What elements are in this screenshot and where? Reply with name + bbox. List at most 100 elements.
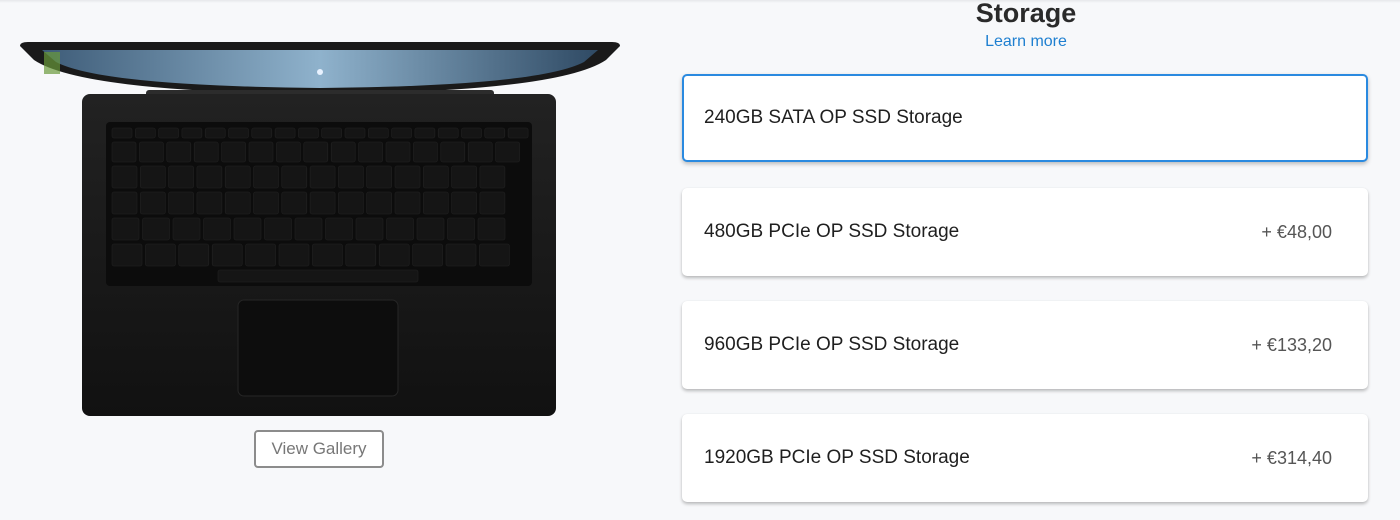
keyboard-key xyxy=(294,217,323,241)
keyboard-key xyxy=(233,217,262,241)
storage-section: Storage Learn more 240GB SATA OP SSD Sto… xyxy=(682,0,1370,520)
keyboard-key xyxy=(447,217,475,241)
storage-option-1920gb[interactable]: 1920GB PCIe OP SSD Storage + €314,40 xyxy=(682,414,1368,502)
spacebar-key xyxy=(217,269,419,283)
learn-more-link[interactable]: Learn more xyxy=(682,33,1370,51)
keyboard-key xyxy=(181,127,203,139)
option-label: 1920GB PCIe OP SSD Storage xyxy=(704,447,970,468)
keyboard-key xyxy=(355,217,384,241)
option-label: 240GB SATA OP SSD Storage xyxy=(704,107,963,128)
keyboard-key xyxy=(168,165,194,189)
keyboard-key xyxy=(344,127,366,139)
keyboard-key xyxy=(203,217,231,241)
keyboard-key xyxy=(281,165,308,189)
keyboard-key xyxy=(211,243,243,267)
keyboard-key xyxy=(281,191,308,215)
keyboard-key xyxy=(178,243,210,267)
keyboard-key xyxy=(325,217,353,241)
keyboard-key xyxy=(139,141,164,163)
option-label: 480GB PCIe OP SSD Storage xyxy=(704,221,960,242)
keyboard-key xyxy=(437,127,459,139)
keyboard-key xyxy=(142,217,170,241)
keyboard-key xyxy=(422,191,449,215)
keyboard-key xyxy=(309,191,336,215)
keyboard-key xyxy=(264,217,292,241)
view-gallery-button[interactable]: View Gallery xyxy=(254,430,384,468)
keyboard-key xyxy=(507,127,529,139)
keyboard-key xyxy=(385,141,411,163)
keyboard-key xyxy=(338,165,364,189)
keyboard-key xyxy=(451,191,477,215)
keyboard-key xyxy=(221,141,246,163)
keyboard-key xyxy=(253,165,279,189)
keyboard-key xyxy=(367,127,389,139)
keyboard-key xyxy=(312,243,343,267)
section-title: Storage xyxy=(975,0,1077,28)
keyboard-key xyxy=(224,165,251,189)
option-price: + €314,40 xyxy=(1251,448,1332,468)
keyboard-key xyxy=(479,243,510,267)
laptop-image xyxy=(20,42,620,416)
keyboard-key xyxy=(413,141,438,163)
keyboard-key xyxy=(467,141,493,163)
keyboard-key xyxy=(193,141,219,163)
keyboard-key xyxy=(303,141,329,163)
keyboard-key xyxy=(321,127,343,139)
keyboard-key xyxy=(158,127,179,139)
option-price: + €133,20 xyxy=(1251,335,1332,355)
keyboard-key xyxy=(245,243,276,267)
keyboard-key xyxy=(366,165,393,189)
keyboard-key xyxy=(451,165,477,189)
keyboard-key xyxy=(166,141,192,163)
keyboard-key xyxy=(196,165,223,189)
keyboard-key xyxy=(412,243,443,267)
keyboard-key xyxy=(172,217,201,241)
keyboard-key xyxy=(345,243,377,267)
storage-option-480gb[interactable]: 480GB PCIe OP SSD Storage + €48,00 xyxy=(682,188,1368,276)
keyboard-key xyxy=(298,127,319,139)
keyboard-key xyxy=(276,141,301,163)
keyboard-key xyxy=(394,165,421,189)
keyboard-key xyxy=(366,191,393,215)
option-label: 960GB PCIe OP SSD Storage xyxy=(704,334,960,355)
keyboard-key xyxy=(135,127,156,139)
keyboard-key xyxy=(414,127,436,139)
keyboard-key xyxy=(358,141,383,163)
keyboard-key xyxy=(422,165,449,189)
keyboard-key xyxy=(309,165,336,189)
keyboard-key xyxy=(274,127,296,139)
storage-option-240gb[interactable]: 240GB SATA OP SSD Storage xyxy=(682,74,1368,162)
keyboard-key xyxy=(204,127,226,139)
keyboard-key xyxy=(140,165,166,189)
keyboard-key xyxy=(248,141,274,163)
keyboard-key xyxy=(394,191,421,215)
keyboard-key xyxy=(495,141,520,163)
keyboard-key xyxy=(228,127,249,139)
keyboard-key xyxy=(196,191,223,215)
storage-option-960gb[interactable]: 960GB PCIe OP SSD Storage + €133,20 xyxy=(682,301,1368,389)
keyboard-key xyxy=(278,243,310,267)
keyboard-key xyxy=(224,191,251,215)
keyboard-key xyxy=(386,217,414,241)
keyboard-key xyxy=(477,217,506,241)
keyboard-key xyxy=(479,165,506,189)
keyboard-key xyxy=(111,243,143,267)
keyboard-key xyxy=(330,141,356,163)
keyboard-key xyxy=(391,127,412,139)
keyboard-key xyxy=(111,191,138,215)
keyboard-key xyxy=(111,141,137,163)
keyboard-key xyxy=(168,191,194,215)
keyboard-key xyxy=(338,191,364,215)
keyboard-key xyxy=(416,217,445,241)
keyboard-key xyxy=(440,141,466,163)
keyboard-key xyxy=(253,191,279,215)
product-image-panel: View Gallery xyxy=(0,0,640,520)
keyboard-key xyxy=(145,243,176,267)
keyboard-key xyxy=(111,165,138,189)
keyboard-key xyxy=(140,191,166,215)
option-price: + €48,00 xyxy=(1261,222,1332,242)
keyboard-key xyxy=(111,217,140,241)
keyboard-key xyxy=(378,243,410,267)
keyboard-key xyxy=(251,127,273,139)
keyboard-key xyxy=(445,243,477,267)
